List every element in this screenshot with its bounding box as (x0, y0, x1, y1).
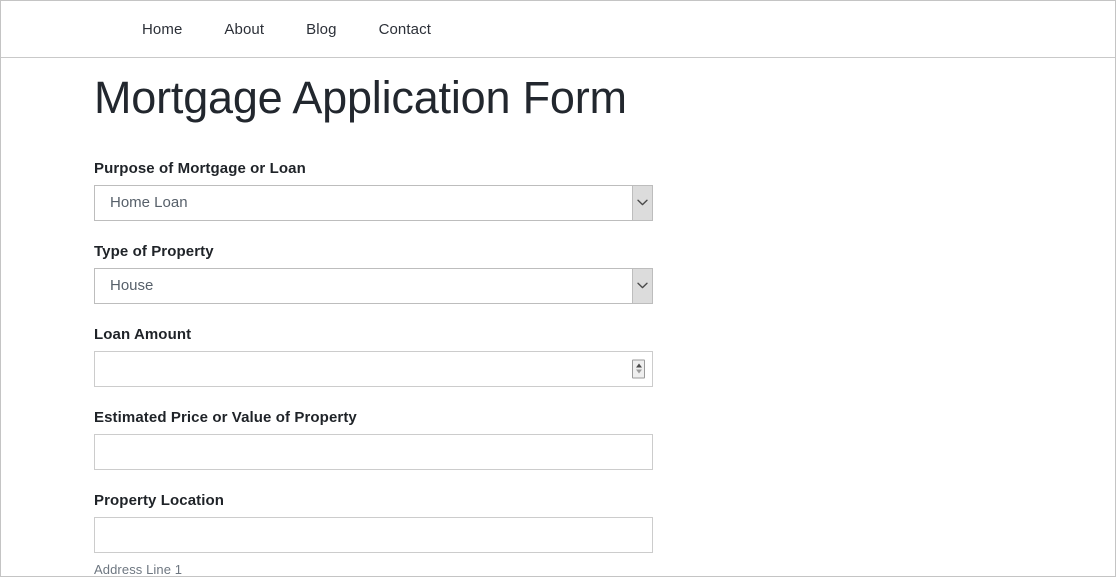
nav-list: Home About Blog Contact (133, 17, 440, 42)
estimated-price-input[interactable] (94, 433, 653, 470)
label-property-location: Property Location (94, 491, 225, 509)
browser-page: Home About Blog Contact Mortgage Applica… (0, 0, 1116, 577)
site-navbar: Home About Blog Contact (1, 1, 1115, 58)
field-type-of-property: Type of Property House (94, 243, 654, 304)
nav-item-about: About (215, 17, 273, 42)
loan-amount-input[interactable] (94, 350, 653, 387)
sub-label-address-line-1: Address Line 1 (94, 561, 183, 576)
nav-item-blog: Blog (297, 17, 345, 42)
chevron-down-icon[interactable] (632, 185, 652, 220)
field-estimated-price: Estimated Price or Value of Property (94, 409, 654, 470)
label-loan-amount: Loan Amount (94, 325, 192, 343)
nav-item-home: Home (133, 17, 191, 42)
mortgage-application-form: Mortgage Application Form Purpose of Mor… (94, 58, 654, 576)
select-type-of-property[interactable]: House (94, 267, 653, 304)
nav-link-contact[interactable]: Contact (370, 17, 440, 42)
nav-link-about[interactable]: About (215, 17, 273, 42)
select-purpose-value: Home Loan (110, 194, 188, 212)
field-property-location: Property Location Address Line 1 (94, 492, 654, 576)
nav-link-home[interactable]: Home (133, 17, 191, 42)
chevron-down-icon[interactable] (632, 268, 652, 303)
page-content: Mortgage Application Form Purpose of Mor… (1, 58, 1115, 576)
page-title: Mortgage Application Form (94, 72, 627, 123)
field-purpose-of-mortgage: Purpose of Mortgage or Loan Home Loan (94, 160, 654, 221)
nav-link-blog[interactable]: Blog (297, 17, 345, 42)
select-property-type-value: House (110, 277, 154, 295)
label-estimated-price: Estimated Price or Value of Property (94, 408, 357, 426)
select-purpose-of-mortgage[interactable]: Home Loan (94, 184, 653, 221)
field-loan-amount: Loan Amount (94, 326, 654, 387)
loan-amount-input-wrapper (94, 350, 653, 387)
nav-item-contact: Contact (370, 17, 440, 42)
label-type-of-property: Type of Property (94, 242, 214, 260)
address-line-1-input[interactable] (94, 516, 653, 553)
label-purpose-of-mortgage: Purpose of Mortgage or Loan (94, 159, 306, 177)
